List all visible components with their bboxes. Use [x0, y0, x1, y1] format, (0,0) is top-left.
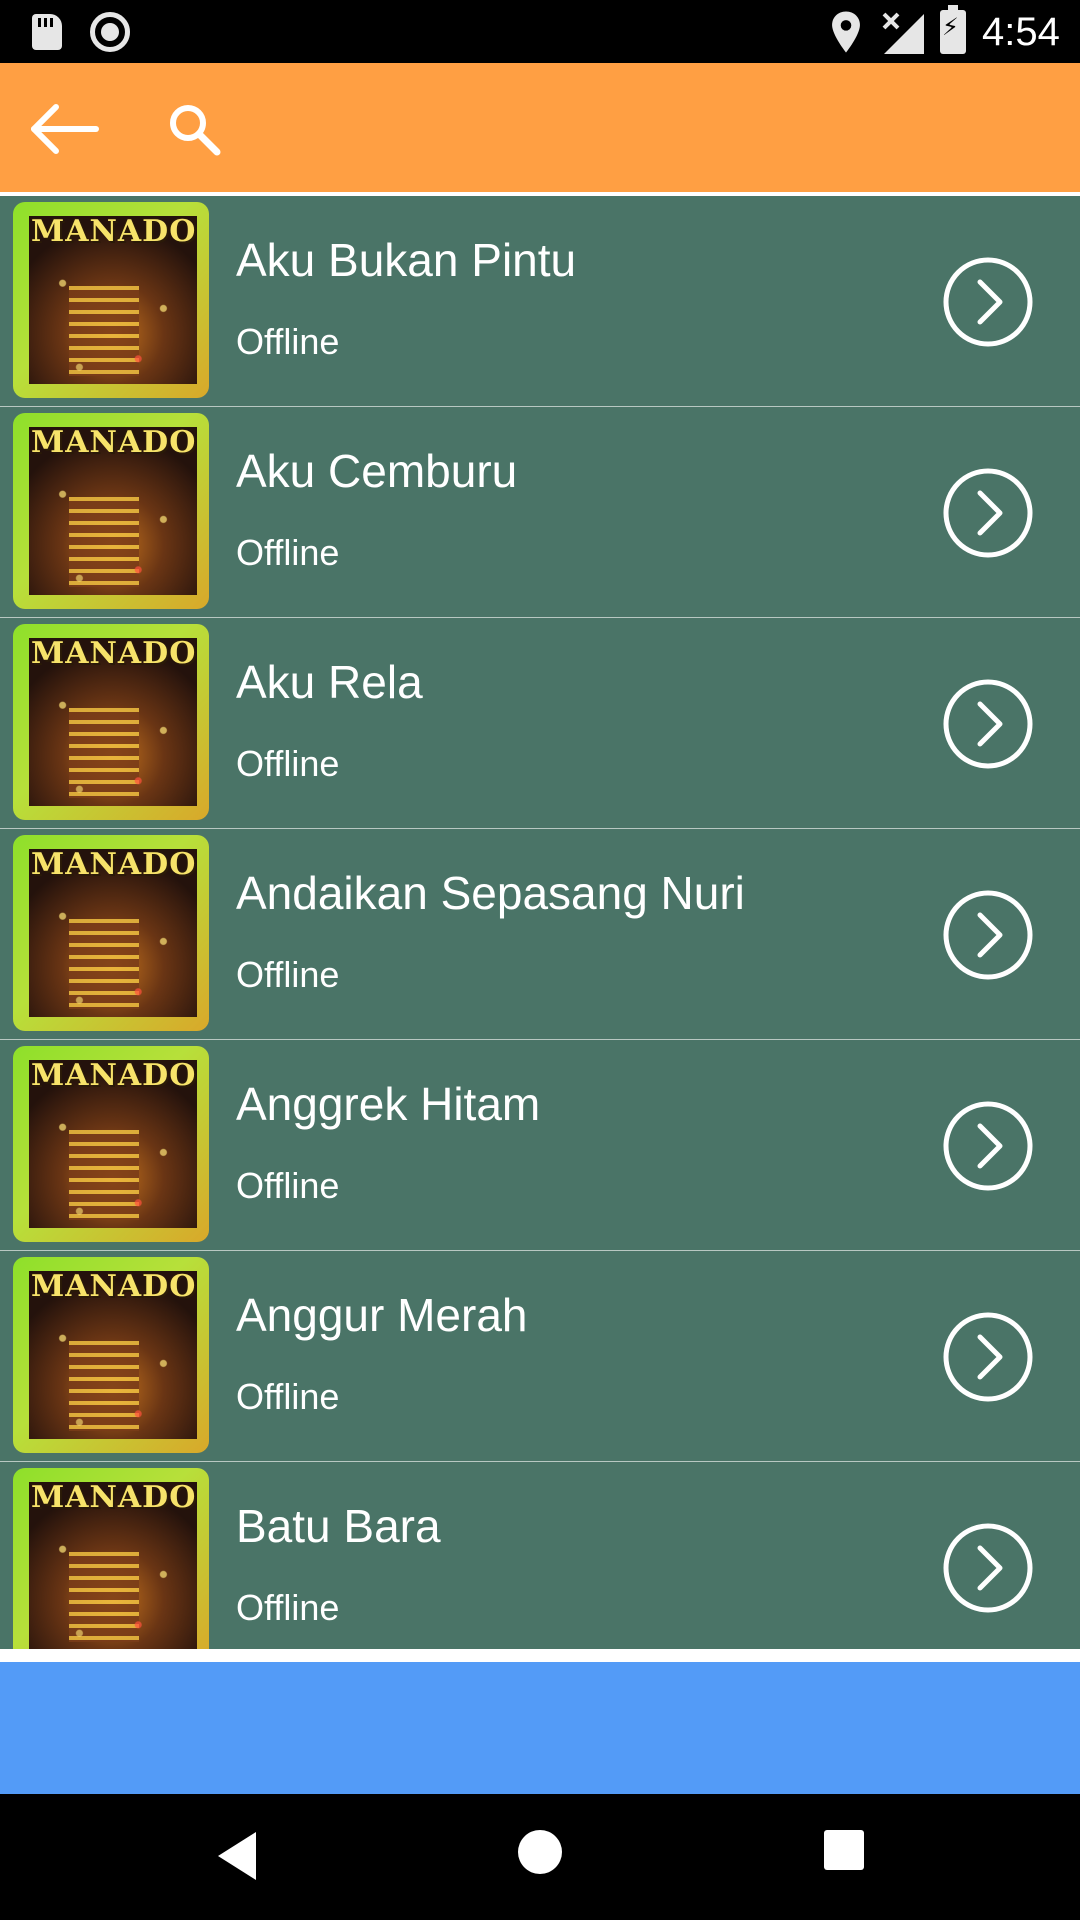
thumbnail-logo: MANADO [31, 1060, 197, 1093]
chevron-right-circle-icon[interactable] [942, 678, 1034, 770]
song-thumbnail: MANADO [13, 624, 209, 820]
song-status: Offline [236, 743, 340, 784]
song-title: Aku Cemburu [236, 445, 518, 497]
nav-back-icon[interactable] [216, 1830, 258, 1882]
thumbnail-logo: MANADO [31, 216, 197, 249]
song-row[interactable]: MANADO Anggur Merah Offline [0, 1251, 1080, 1462]
song-row[interactable]: MANADO Anggrek Hitam Offline [0, 1040, 1080, 1251]
song-title: Anggur Merah [236, 1289, 528, 1341]
battery-charging-icon [940, 5, 966, 54]
status-bar: 4:54 [0, 0, 1080, 63]
song-thumbnail: MANADO [13, 1468, 209, 1649]
song-row[interactable]: MANADO Aku Bukan Pintu Offline [0, 196, 1080, 407]
location-icon [832, 11, 860, 53]
song-status: Offline [236, 532, 340, 573]
song-status: Offline [236, 1165, 340, 1206]
song-thumbnail: MANADO [13, 1046, 209, 1242]
nav-home-icon[interactable] [518, 1830, 562, 1874]
chevron-right-circle-icon[interactable] [942, 467, 1034, 559]
search-icon[interactable] [166, 101, 222, 157]
thumbnail-logo: MANADO [31, 1271, 197, 1304]
thumbnail-logo: MANADO [31, 1482, 197, 1515]
chevron-right-circle-icon[interactable] [942, 889, 1034, 981]
chevron-right-circle-icon[interactable] [942, 1311, 1034, 1403]
nav-recents-icon[interactable] [824, 1830, 864, 1870]
thumbnail-logo: MANADO [31, 849, 197, 882]
song-title: Aku Bukan Pintu [236, 234, 577, 286]
song-thumbnail: MANADO [13, 413, 209, 609]
song-row[interactable]: MANADO Batu Bara Offline [0, 1462, 1080, 1649]
chevron-right-circle-icon[interactable] [942, 1100, 1034, 1192]
ad-banner[interactable] [0, 1662, 1080, 1794]
thumbnail-logo: MANADO [31, 638, 197, 671]
status-time: 4:54 [982, 10, 1060, 54]
back-arrow-icon[interactable] [28, 103, 100, 155]
song-title: Batu Bara [236, 1500, 441, 1552]
song-title: Andaikan Sepasang Nuri [236, 867, 745, 919]
sd-card-icon [32, 14, 62, 50]
song-status: Offline [236, 1376, 340, 1417]
record-icon [90, 12, 130, 52]
song-title: Aku Rela [236, 656, 423, 708]
song-thumbnail: MANADO [13, 202, 209, 398]
song-thumbnail: MANADO [13, 835, 209, 1031]
signal-icon [882, 12, 924, 54]
song-row[interactable]: MANADO Aku Rela Offline [0, 618, 1080, 829]
navigation-bar [0, 1794, 1080, 1920]
chevron-right-circle-icon[interactable] [942, 256, 1034, 348]
song-status: Offline [236, 954, 340, 995]
toolbar [0, 63, 1080, 195]
chevron-right-circle-icon[interactable] [942, 1522, 1034, 1614]
song-row[interactable]: MANADO Andaikan Sepasang Nuri Offline [0, 829, 1080, 1040]
thumbnail-logo: MANADO [31, 427, 197, 460]
song-row[interactable]: MANADO Aku Cemburu Offline [0, 407, 1080, 618]
song-list: MANADO Aku Bukan Pintu Offline MANADO Ak… [0, 196, 1080, 1649]
song-thumbnail: MANADO [13, 1257, 209, 1453]
song-title: Anggrek Hitam [236, 1078, 541, 1130]
song-status: Offline [236, 321, 340, 362]
song-status: Offline [236, 1587, 340, 1628]
